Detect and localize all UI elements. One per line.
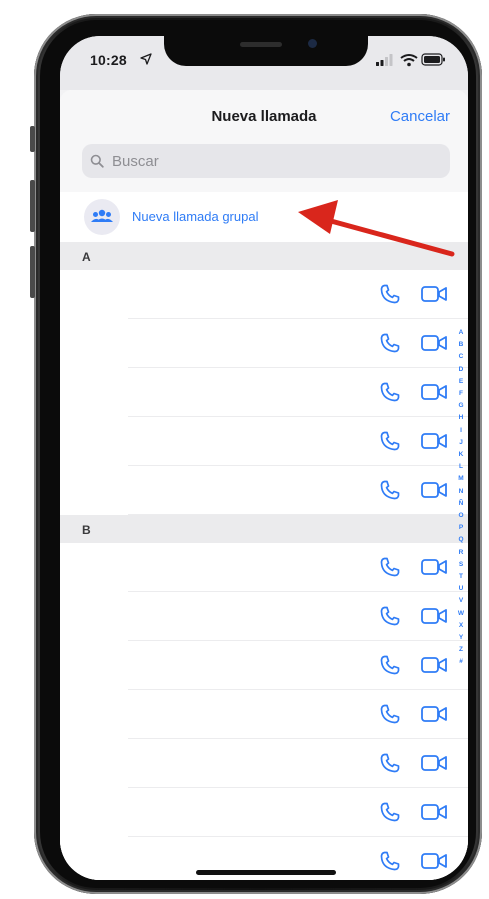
search-input[interactable] — [82, 144, 450, 178]
video-camera-icon[interactable] — [420, 556, 448, 578]
video-camera-icon[interactable] — [420, 605, 448, 627]
index-letter[interactable]: L — [456, 464, 466, 471]
video-camera-icon[interactable] — [420, 430, 448, 452]
video-camera-icon[interactable] — [420, 654, 448, 676]
contact-row[interactable] — [60, 641, 468, 690]
search-icon — [90, 154, 104, 168]
nav-bar: Nueva llamada Cancelar — [60, 90, 468, 142]
video-camera-icon[interactable] — [420, 703, 448, 725]
video-camera-icon[interactable] — [420, 479, 448, 501]
index-letter[interactable]: D — [456, 366, 466, 374]
index-letter[interactable]: N — [456, 488, 466, 496]
group-avatar — [84, 199, 120, 235]
section-letter: B — [82, 523, 91, 537]
status-icons — [376, 53, 445, 67]
notch — [164, 36, 368, 66]
status-bar: 10:28 — [60, 36, 468, 90]
contact-row[interactable] — [60, 319, 468, 368]
phone-icon[interactable] — [378, 800, 402, 824]
phone-icon[interactable] — [378, 604, 402, 628]
cancel-button[interactable]: Cancelar — [390, 108, 450, 125]
new-group-call-label: Nueva llamada grupal — [132, 209, 259, 224]
index-letter[interactable]: F — [456, 390, 466, 398]
status-time: 10:28 — [90, 52, 127, 68]
phone-icon[interactable] — [378, 751, 402, 775]
index-letter[interactable]: Q — [456, 537, 466, 544]
contact-row[interactable] — [60, 466, 468, 515]
contact-row[interactable] — [60, 788, 468, 837]
index-letter[interactable]: Z — [456, 647, 466, 654]
index-letter[interactable]: M — [456, 476, 466, 483]
mute-switch — [30, 126, 35, 152]
screenshot-stage: 10:28 Nueva llamada Cancelar Buscar Nuev… — [0, 0, 489, 899]
contact-row[interactable] — [60, 592, 468, 641]
signal-icon — [376, 54, 393, 66]
index-letter[interactable]: O — [456, 512, 466, 520]
index-letter[interactable]: U — [456, 586, 466, 593]
index-letter[interactable]: A — [456, 329, 466, 337]
phone-icon[interactable] — [378, 429, 402, 453]
volume-up-button — [30, 180, 35, 232]
index-letter[interactable]: # — [456, 659, 466, 666]
video-camera-icon[interactable] — [420, 801, 448, 823]
contact-row[interactable] — [60, 739, 468, 788]
index-letter[interactable]: Y — [456, 634, 466, 642]
volume-down-button — [30, 246, 35, 298]
people-icon — [91, 209, 113, 222]
index-letter[interactable]: I — [456, 427, 466, 435]
index-letter[interactable]: P — [456, 525, 466, 532]
phone-icon[interactable] — [378, 380, 402, 404]
phone-icon[interactable] — [378, 653, 402, 677]
phone-icon[interactable] — [378, 282, 402, 306]
battery-icon — [421, 53, 445, 66]
index-letter[interactable]: W — [456, 610, 466, 618]
video-camera-icon[interactable] — [420, 752, 448, 774]
index-letter[interactable]: X — [456, 622, 466, 630]
contact-row[interactable] — [60, 417, 468, 466]
index-letter[interactable]: B — [456, 342, 466, 349]
phone-icon[interactable] — [378, 555, 402, 579]
search-bar — [60, 142, 468, 193]
index-letter[interactable]: Ñ — [456, 500, 466, 508]
section-letter: A — [82, 250, 91, 264]
phone-icon[interactable] — [378, 702, 402, 726]
alphabet-index[interactable]: A B C D E F G H I J K L M N Ñ O P Q R S T U V W X Y Z # — [456, 329, 466, 730]
contact-row[interactable] — [60, 690, 468, 739]
video-camera-icon[interactable] — [420, 850, 448, 872]
index-letter[interactable]: E — [456, 378, 466, 386]
location-arrow-icon — [140, 53, 152, 65]
index-letter[interactable]: H — [456, 415, 466, 422]
video-camera-icon[interactable] — [420, 332, 448, 354]
home-indicator — [196, 870, 336, 875]
red-arrow-annotation — [298, 200, 455, 257]
front-camera — [308, 39, 317, 48]
index-letter[interactable]: R — [456, 549, 466, 557]
video-camera-icon[interactable] — [420, 283, 448, 305]
phone-screen: 10:28 Nueva llamada Cancelar Buscar Nuev… — [60, 36, 468, 880]
index-letter[interactable]: S — [456, 561, 466, 569]
phone-icon[interactable] — [378, 331, 402, 355]
video-camera-icon[interactable] — [420, 381, 448, 403]
contact-row[interactable] — [60, 543, 468, 592]
section-header: B — [60, 515, 468, 543]
index-letter[interactable]: T — [456, 573, 466, 581]
index-letter[interactable]: J — [456, 439, 466, 447]
contact-row[interactable] — [60, 368, 468, 417]
phone-icon[interactable] — [378, 849, 402, 873]
phone-icon[interactable] — [378, 478, 402, 502]
index-letter[interactable]: C — [456, 354, 466, 361]
index-letter[interactable]: V — [456, 598, 466, 605]
wifi-icon — [400, 54, 418, 67]
contact-row[interactable] — [60, 270, 468, 319]
index-letter[interactable]: K — [456, 451, 466, 459]
speaker-grille — [240, 42, 282, 47]
index-letter[interactable]: G — [456, 403, 466, 410]
